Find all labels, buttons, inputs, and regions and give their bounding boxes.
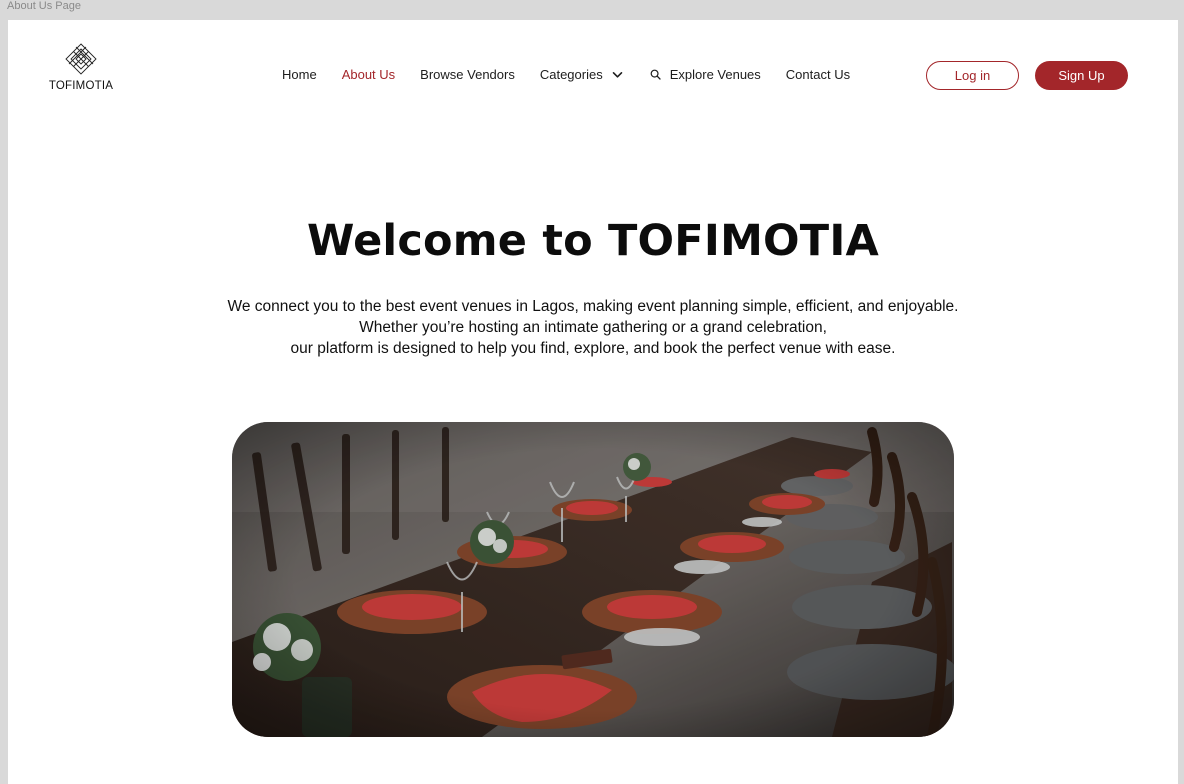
hero-description-line: our platform is designed to help you fin…: [290, 340, 896, 357]
signup-button[interactable]: Sign Up: [1035, 61, 1128, 90]
login-button[interactable]: Log in: [926, 61, 1019, 90]
nav-about-us-label: About Us: [341, 67, 396, 82]
hero-description-line: We connect you to the best event venues …: [227, 298, 959, 315]
brand-logo[interactable]: TOFIMOTIA: [48, 42, 114, 94]
search-icon: [650, 69, 661, 80]
frame-label: About Us Page: [7, 0, 81, 12]
nav-categories-dropdown[interactable]: Categories: [540, 67, 623, 82]
hero-description-line: Whether you’re hosting an intimate gathe…: [359, 319, 827, 336]
nav-categories-label: Categories: [539, 67, 603, 82]
nav-home[interactable]: Home: [282, 67, 317, 82]
diamond-lattice-icon: [65, 43, 97, 75]
nav-home-label: Home: [282, 67, 317, 82]
main-nav: Home About Us Browse Vendors Categories …: [282, 67, 875, 82]
nav-browse-vendors-label: Browse Vendors: [420, 67, 515, 82]
nav-explore-venues-label: Explore Venues: [669, 67, 761, 82]
page-title: Welcome to TOFIMOTIA: [306, 216, 880, 266]
hero-banquet-image: [232, 422, 954, 737]
nav-explore-venues[interactable]: Explore Venues: [650, 67, 761, 82]
brand-name: TOFIMOTIA: [48, 80, 114, 92]
nav-contact-us[interactable]: Contact Us: [786, 67, 850, 82]
hero-description: We connect you to the best event venues …: [8, 296, 1178, 359]
nav-contact-us-label: Contact Us: [785, 67, 851, 82]
about-us-page: TOFIMOTIA Home About Us Browse Vendors C…: [8, 20, 1178, 784]
nav-browse-vendors[interactable]: Browse Vendors: [420, 67, 515, 82]
nav-about-us[interactable]: About Us: [342, 67, 395, 82]
chevron-down-icon: [612, 71, 623, 79]
